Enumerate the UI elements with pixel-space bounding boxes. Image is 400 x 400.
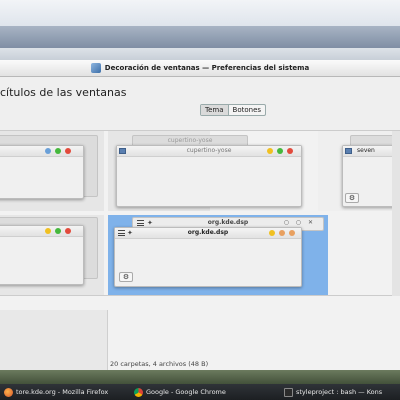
preview-maximize-icon (55, 148, 61, 154)
preview-title: seven (357, 147, 375, 154)
preview-maximize-icon: ○ (295, 219, 301, 226)
window-title: Decoración de ventanas — Preferencias de… (104, 64, 310, 72)
preview-titlebar (0, 226, 83, 237)
taskbar-item-chrome[interactable]: Google - Google Chrome (130, 384, 280, 400)
preview-active-window (0, 225, 84, 285)
preview-maximize-icon (55, 228, 61, 234)
preview-active-window (0, 145, 84, 199)
preview-close-icon (65, 148, 71, 154)
wallpaper-strip (0, 370, 400, 384)
terminal-icon (284, 387, 293, 397)
preview-close-icon (287, 148, 293, 154)
taskbar-item-label: Google - Google Chrome (146, 388, 226, 396)
decoration-preview-cell[interactable]: seven ⚙ (318, 131, 400, 211)
preview-titlebar: ✦ org.kde.dsp (115, 228, 301, 239)
system-settings-window: Decoración de ventanas — Preferencias de… (0, 60, 400, 370)
preview-back-label: cupertino-yose (167, 137, 213, 144)
preview-titlebar: seven (343, 146, 397, 157)
taskbar-item-konsole[interactable]: styleproject : bash — Kons (280, 384, 400, 400)
configure-icon[interactable]: ⚙ (345, 193, 359, 203)
preview-maximize-icon (279, 230, 285, 236)
preview-active-window: seven ⚙ (342, 145, 398, 207)
status-bar-text: 20 carpetas, 4 archivos (48 B) (110, 360, 209, 368)
window-titlebar[interactable]: Decoración de ventanas — Preferencias de… (0, 60, 400, 77)
preview-titlebar (0, 146, 83, 157)
decoration-preview-grid: cupertino-yose cupertino-yose seven ⚙ ✦ … (0, 130, 400, 297)
tab-tema[interactable]: Tema (201, 105, 229, 115)
decoration-preview-cell[interactable] (0, 215, 104, 295)
preview-back-label: org.kde.dsp (207, 219, 249, 226)
page-title: cítulos de las ventanas (0, 86, 127, 99)
decoration-preview-cell-selected[interactable]: ✦ org.kde.dsp ○ ○ ✕ ✦ org.kde.dsp ⚙ (108, 215, 328, 295)
preview-minimize-icon: ○ (283, 219, 289, 226)
window-app-icon (90, 63, 101, 73)
configure-icon[interactable]: ⚙ (119, 272, 133, 282)
preview-active-window: cupertino-yose (116, 145, 302, 207)
taskbar: tore.kde.org - Mozilla Firefox Google - … (0, 384, 400, 400)
preview-minimize-icon (269, 230, 275, 236)
wallpaper-band (0, 26, 400, 48)
taskbar-item-firefox[interactable]: tore.kde.org - Mozilla Firefox (0, 384, 130, 400)
tab-bar: Tema Botones (200, 104, 267, 116)
wallpaper-band (0, 48, 400, 60)
taskbar-item-label: tore.kde.org - Mozilla Firefox (16, 388, 109, 396)
preview-close-icon: ✕ (307, 219, 313, 226)
file-manager-sidebar (0, 310, 108, 370)
preview-minimize-icon (45, 228, 51, 234)
tab-botones[interactable]: Botones (229, 105, 266, 115)
preview-titlebar: cupertino-yose (117, 146, 301, 157)
wallpaper-band (0, 0, 400, 26)
preview-minimize-icon (267, 148, 273, 154)
decoration-preview-cell[interactable]: cupertino-yose cupertino-yose (108, 131, 302, 211)
preview-maximize-icon (277, 148, 283, 154)
preview-close-icon (65, 228, 71, 234)
preview-close-icon (289, 230, 295, 236)
preview-help-icon (45, 148, 51, 154)
preview-scrollbar[interactable] (392, 131, 400, 297)
chrome-icon (134, 387, 143, 397)
preview-title: cupertino-yose (186, 147, 232, 154)
preview-window-icon (345, 148, 352, 154)
firefox-icon (4, 387, 13, 397)
taskbar-item-label: styleproject : bash — Kons (296, 388, 383, 396)
preview-active-window: ✦ org.kde.dsp ⚙ (114, 227, 302, 287)
decoration-preview-cell[interactable] (0, 131, 104, 211)
